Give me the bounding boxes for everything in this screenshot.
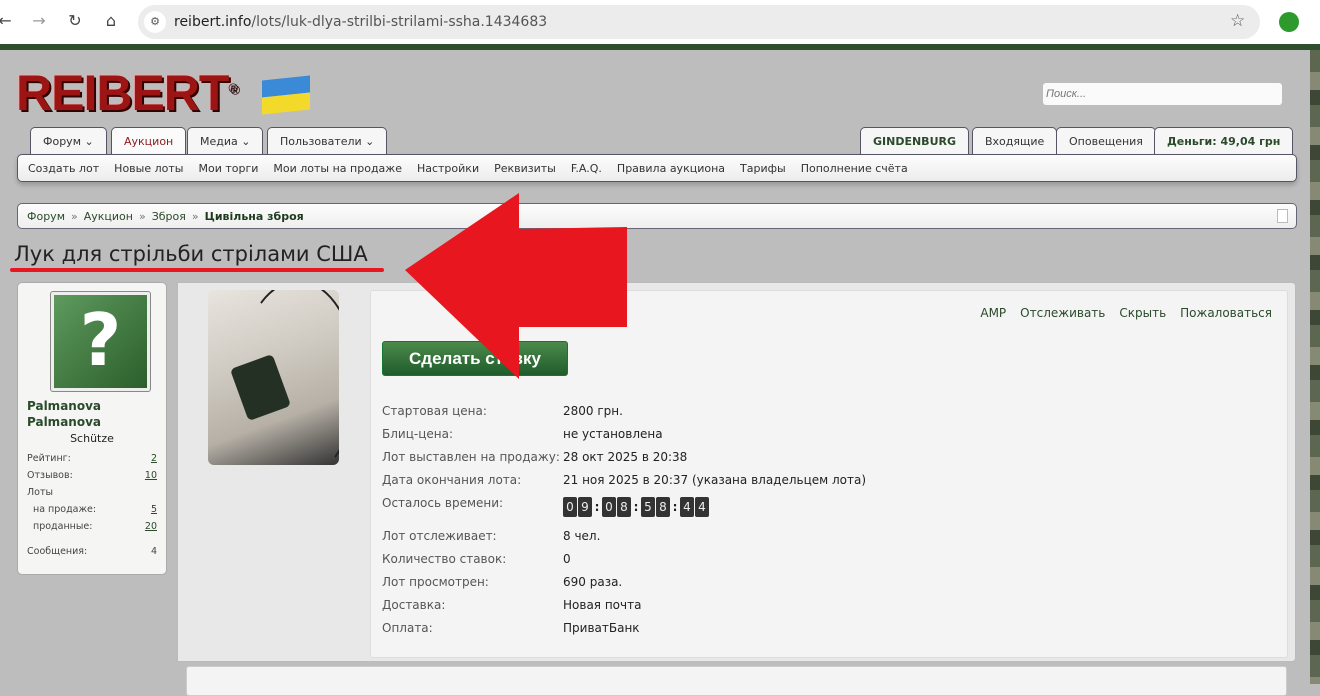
annotation-arrow-icon [405, 193, 627, 379]
